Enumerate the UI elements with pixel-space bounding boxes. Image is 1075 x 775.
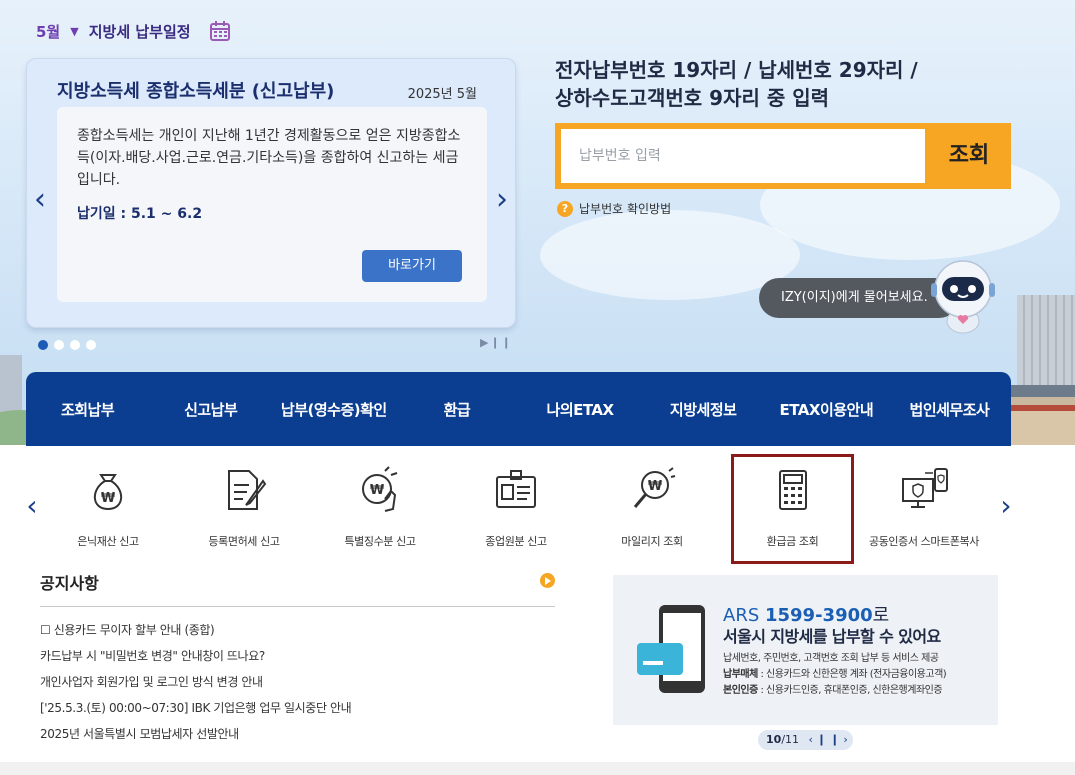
- service-registration-license-tax[interactable]: 등록면허세 신고: [184, 461, 304, 561]
- main-navigation: 조회납부 신고납부 납부(영수증)확인 환급 나의ETAX 지방세정보 ETAX…: [26, 372, 1011, 446]
- slide-dot[interactable]: [70, 340, 80, 350]
- coin-hand-icon: ₩: [362, 466, 398, 512]
- footer-band: [0, 762, 1075, 775]
- calculator-icon: [778, 470, 807, 510]
- ars-detail-3-text: : 신용카드인증, 휴대폰인증, 신한은행계좌인증: [757, 685, 943, 696]
- magnifier-coin-icon: ₩: [633, 467, 676, 508]
- banner-pager: 10/11 ‹❙❙›: [758, 730, 853, 750]
- nav-item[interactable]: 납부(영수증)확인: [272, 399, 395, 420]
- search-heading-line1: 전자납부번호 19자리 / 납세번호 29자리 /: [555, 58, 918, 82]
- id-card-icon: [496, 470, 536, 508]
- slide-description: 종합소득세는 개인이 지난해 1년간 경제활동으로 얻은 지방종합소득(이자.배…: [77, 128, 461, 188]
- slide-title: 지방소득세 종합소득세분 (신고납부): [57, 81, 335, 102]
- calendar-icon[interactable]: [209, 20, 231, 42]
- payment-search-box: 조회: [555, 123, 1011, 189]
- svg-text:₩: ₩: [101, 491, 116, 506]
- nav-item[interactable]: 조회납부: [26, 399, 149, 420]
- ars-detail-2-label: 납부매체: [723, 669, 758, 680]
- ars-detail-3-label: 본인인증: [723, 685, 758, 696]
- service-mileage-inquiry[interactable]: ₩ 마일리지 조회: [592, 461, 712, 561]
- ars-banner[interactable]: ARS 1599-3900로 서울시 지방세를 납부할 수 있어요 납세번호, …: [613, 575, 998, 725]
- service-label: 등록면허세 신고: [208, 535, 280, 548]
- go-button[interactable]: 바로가기: [362, 250, 462, 282]
- notice-heading: 공지사항: [40, 574, 99, 593]
- slide-dot[interactable]: [86, 340, 96, 350]
- question-icon: ?: [557, 200, 573, 217]
- nav-item[interactable]: 환급: [395, 399, 518, 420]
- slide-body: 종합소득세는 개인이 지난해 1년간 경제활동으로 얻은 지방종합소득(이자.배…: [57, 107, 487, 302]
- service-label: 은닉재산 신고: [77, 535, 139, 548]
- schedule-month[interactable]: 5월: [36, 21, 60, 42]
- service-refund-inquiry[interactable]: 환급금 조회: [731, 454, 854, 564]
- notice-item[interactable]: 카드납부 시 "비밀번호 변경" 안내창이 뜨나요?: [40, 643, 555, 669]
- quick-services: ‹ › ₩ 은닉재산 신고 등록면허세 신고 ₩ 특별징수분 신고 종업원분 신…: [0, 446, 1075, 566]
- svg-text:₩: ₩: [648, 479, 663, 494]
- nav-item[interactable]: ETAX이용안내: [765, 399, 888, 420]
- notice-item[interactable]: 2025년 서울특별시 모범납세자 선발안내: [40, 721, 555, 747]
- services-prev-arrow-icon[interactable]: ‹: [20, 486, 44, 526]
- search-button[interactable]: 조회: [927, 123, 1011, 189]
- ars-detail-2-text: : 신용카드와 신한은행 계좌 (전자금융이용고객): [757, 669, 947, 680]
- service-label: 환급금 조회: [766, 535, 819, 548]
- ars-headline: 서울시 지방세를 납부할 수 있어요: [723, 627, 941, 646]
- service-label: 공동인증서 스마트폰복사: [868, 535, 980, 548]
- money-bag-icon: ₩: [93, 474, 123, 511]
- service-employee-tax[interactable]: 종업원분 신고: [456, 461, 576, 561]
- pager-controls-icon[interactable]: ‹❙❙›: [809, 733, 852, 746]
- service-special-withholding[interactable]: ₩ 특별징수분 신고: [320, 461, 440, 561]
- payment-number-help-link[interactable]: ? 납부번호 확인방법: [557, 200, 671, 217]
- payment-number-input[interactable]: [561, 129, 925, 183]
- services-next-arrow-icon[interactable]: ›: [994, 486, 1018, 526]
- nav-item[interactable]: 법인세무조사: [888, 399, 1011, 420]
- slide-prev-arrow-icon[interactable]: ‹: [27, 180, 53, 220]
- document-pen-icon: [228, 470, 267, 510]
- help-label: 납부번호 확인방법: [579, 202, 672, 216]
- notice-item[interactable]: ☐ 신용카드 무이자 할부 안내 (종합): [40, 617, 555, 643]
- search-heading: 전자납부번호 19자리 / 납세번호 29자리 / 상하수도고객번호 9자리 중…: [555, 56, 918, 112]
- credit-card-icon: [637, 643, 683, 675]
- notice-more-icon[interactable]: [540, 573, 555, 588]
- notice-item[interactable]: 개인사업자 회원가입 및 로그인 방식 변경 안내: [40, 669, 555, 695]
- certificate-devices-icon: [902, 468, 948, 508]
- izy-robot-icon[interactable]: [928, 255, 998, 335]
- tax-info-slide: 지방소득세 종합소득세분 (신고납부) 2025년 5월 종합소득세는 개인이 …: [26, 58, 516, 328]
- ars-details: 납세번호, 주민번호, 고객번호 조회 납부 등 서비스 제공 납부매체 : 신…: [723, 651, 947, 699]
- tax-schedule-selector[interactable]: 5월 ▼ 지방세 납부일정: [36, 20, 231, 42]
- service-label: 특별징수분 신고: [344, 535, 416, 548]
- service-hidden-property-report[interactable]: ₩ 은닉재산 신고: [48, 461, 168, 561]
- notice-board: 공지사항 ☐ 신용카드 무이자 할부 안내 (종합) 카드납부 시 "비밀번호 …: [40, 570, 555, 747]
- search-heading-line2: 상하수도고객번호 9자리 중 입력: [555, 86, 830, 110]
- notice-divider: [40, 606, 555, 607]
- slide-next-arrow-icon[interactable]: ›: [489, 180, 515, 220]
- svg-text:₩: ₩: [370, 483, 385, 498]
- notice-list: ☐ 신용카드 무이자 할부 안내 (종합) 카드납부 시 "비밀번호 변경" 안…: [40, 617, 555, 747]
- slide-dot[interactable]: [54, 340, 64, 350]
- notice-item[interactable]: ['25.5.3.(토) 00:00~07:30] IBK 기업은행 업무 일시…: [40, 695, 555, 721]
- nav-item[interactable]: 지방세정보: [642, 399, 765, 420]
- ars-detail-2: 납부매체 : 신용카드와 신한은행 계좌 (전자금융이용고객): [723, 667, 947, 683]
- service-certificate-copy[interactable]: 공동인증서 스마트폰복사: [864, 461, 984, 561]
- pager-total: /11: [781, 733, 800, 746]
- nav-item[interactable]: 신고납부: [149, 399, 272, 420]
- service-label: 마일리지 조회: [621, 535, 683, 548]
- slide-dot[interactable]: [38, 340, 48, 350]
- slide-play-pause-icon[interactable]: ▶❙❙: [480, 336, 513, 349]
- slide-due-date: 납기일 : 5.1 ~ 6.2: [77, 206, 203, 222]
- slide-pagination: [38, 340, 96, 350]
- schedule-label: 지방세 납부일정: [88, 22, 191, 41]
- service-label: 종업원분 신고: [485, 535, 547, 548]
- pagoda-decoration: [1005, 385, 1075, 445]
- slide-date: 2025년 5월: [407, 87, 477, 102]
- pager-current: 10: [766, 733, 782, 746]
- nav-item[interactable]: 나의ETAX: [519, 399, 642, 420]
- ars-detail-1: 납세번호, 주민번호, 고객번호 조회 납부 등 서비스 제공: [723, 653, 939, 664]
- chevron-down-icon[interactable]: ▼: [70, 25, 78, 38]
- ars-detail-3: 본인인증 : 신용카드인증, 휴대폰인증, 신한은행계좌인증: [723, 683, 946, 699]
